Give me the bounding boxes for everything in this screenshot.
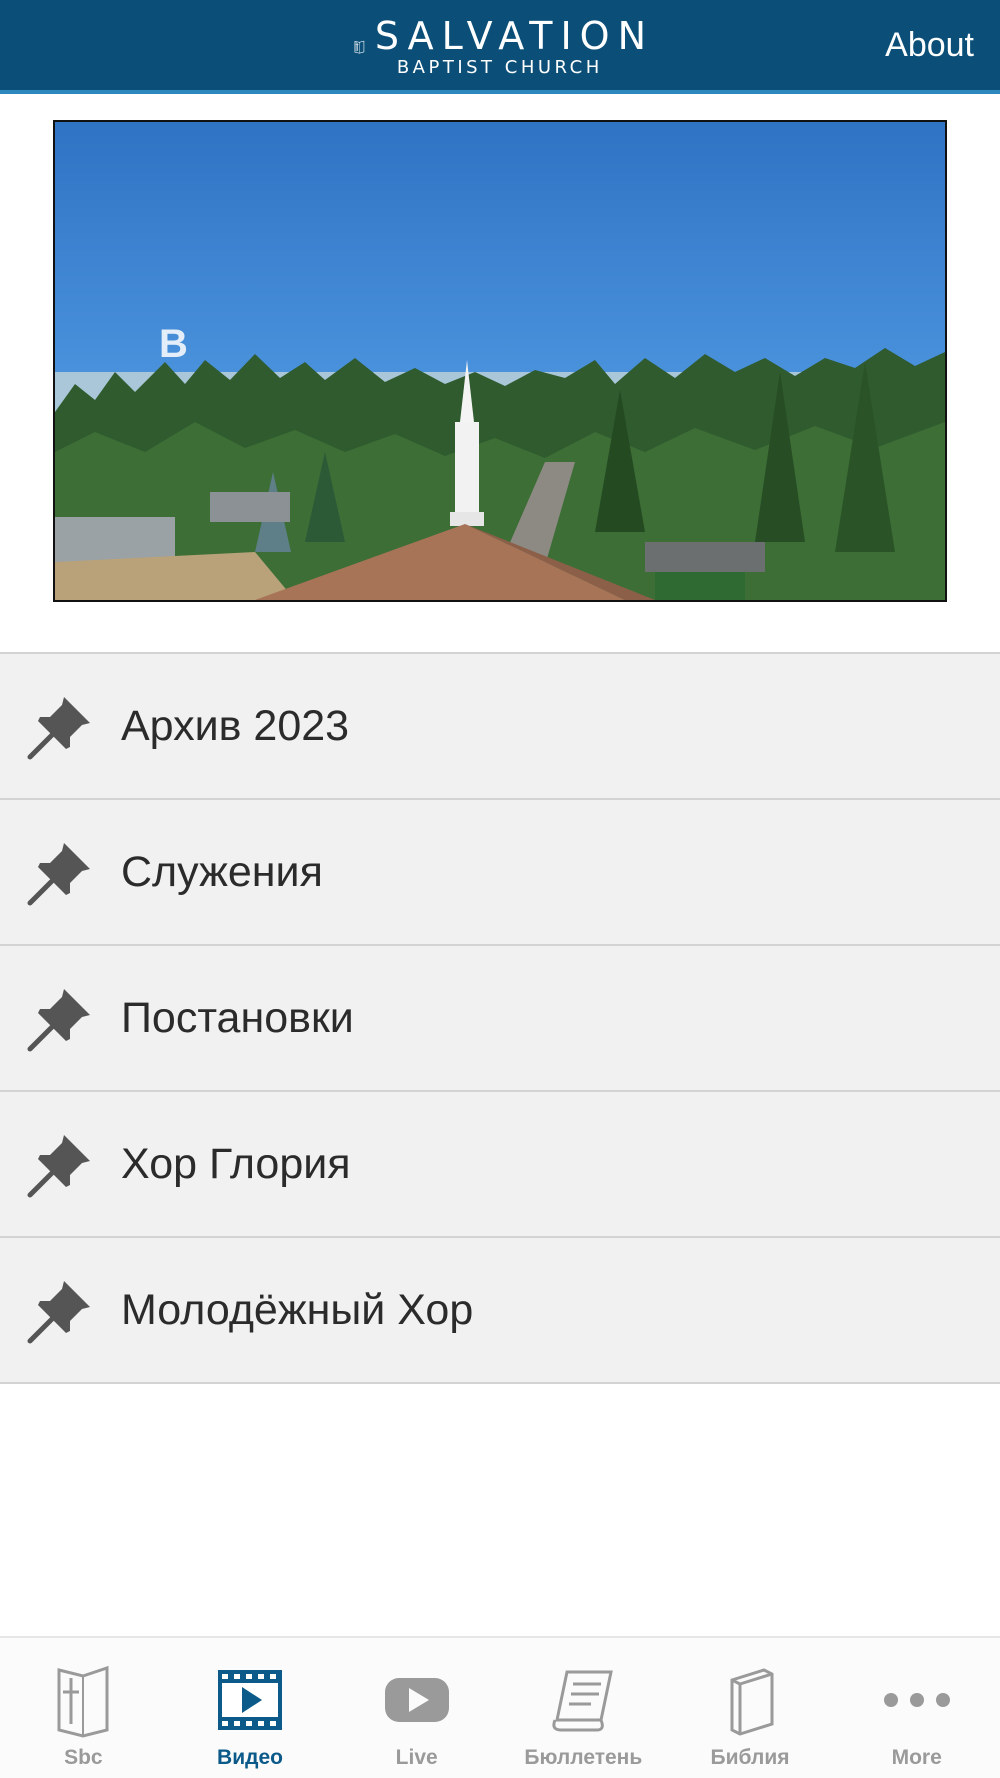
video-category-list: Архив 2023 Служения Постановки Хор Глори…: [0, 652, 1000, 1384]
list-item-archive-2023[interactable]: Архив 2023: [0, 652, 1000, 798]
pushpin-icon: [27, 843, 90, 906]
list-item-molodezhny-hor[interactable]: Молодёжный Хор: [0, 1236, 1000, 1384]
tab-bulletin[interactable]: Бюллетень: [500, 1638, 667, 1778]
pushpin-icon: [27, 697, 90, 760]
tab-label: More: [891, 1746, 942, 1769]
cross-book-icon: [57, 1665, 109, 1738]
logo-title: SALVATION: [374, 14, 654, 58]
video-film-icon: [218, 1670, 282, 1730]
bible-book-icon: [730, 1668, 774, 1736]
church-logo[interactable]: SALVATION BAPTIST CHURCH: [354, 2, 654, 92]
tab-label: Видео: [217, 1746, 283, 1769]
scroll-icon: [552, 1670, 614, 1732]
tab-video[interactable]: Видео: [167, 1638, 334, 1778]
list-item-label: Хор Глория: [121, 1139, 351, 1188]
tab-label: Sbc: [64, 1746, 103, 1769]
church-aerial-image: B: [55, 322, 945, 600]
pushpin-icon: [27, 1135, 90, 1198]
youtube-play-icon: [384, 1678, 449, 1722]
tab-live[interactable]: Live: [333, 1638, 500, 1778]
more-dots-icon: [883, 1693, 950, 1707]
cross-book-logo-icon: [354, 40, 365, 54]
pushpin-icon: [27, 989, 90, 1052]
list-item-postanovki[interactable]: Постановки: [0, 944, 1000, 1090]
hero-video-thumbnail[interactable]: B: [53, 120, 947, 602]
tab-label: Библия: [710, 1746, 790, 1769]
top-bar: SALVATION BAPTIST CHURCH About: [0, 0, 1000, 94]
pushpin-icon: [27, 1281, 90, 1344]
list-item-hor-gloriya[interactable]: Хор Глория: [0, 1090, 1000, 1236]
about-button[interactable]: About: [885, 26, 974, 65]
list-item-label: Молодёжный Хор: [121, 1285, 474, 1334]
tab-bible[interactable]: Библия: [667, 1638, 834, 1778]
hero-overlay-letter: B: [159, 322, 188, 366]
list-item-label: Постановки: [121, 993, 354, 1042]
tab-sbc[interactable]: Sbc: [0, 1638, 167, 1778]
logo-subtitle: BAPTIST CHURCH: [396, 57, 603, 78]
list-item-sluzheniya[interactable]: Служения: [0, 798, 1000, 944]
tab-more[interactable]: More: [833, 1638, 1000, 1778]
bottom-tab-bar: Sbc Видео Live Бюллетень Библия More: [0, 1636, 1000, 1778]
list-item-label: Служения: [121, 847, 323, 896]
tab-label: Бюллетень: [524, 1746, 643, 1769]
tab-label: Live: [395, 1746, 438, 1769]
list-item-label: Архив 2023: [121, 701, 350, 750]
